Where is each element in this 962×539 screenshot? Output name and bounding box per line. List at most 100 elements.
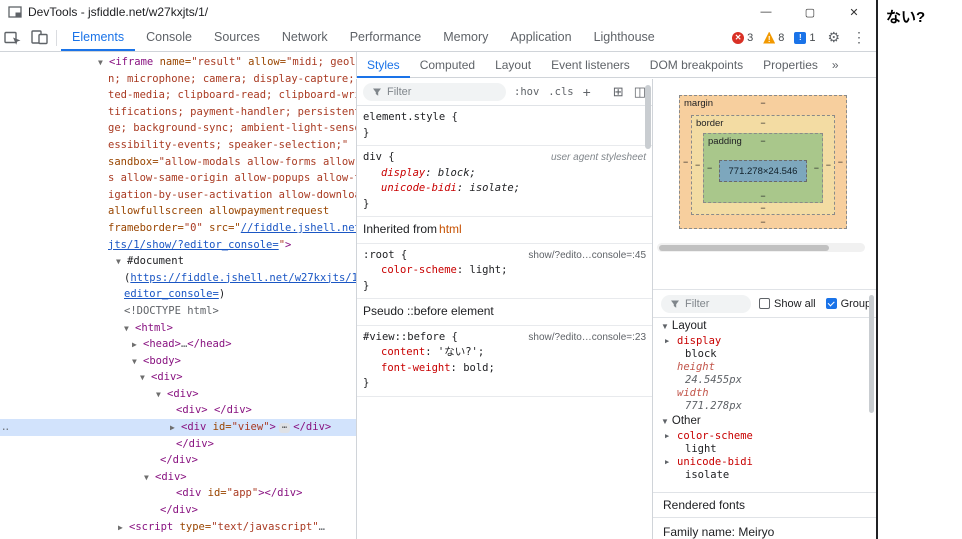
tree-node[interactable]: </div> [0, 436, 356, 453]
property-expand-arrow-icon[interactable]: ▶ [665, 456, 669, 469]
computed-property-name[interactable]: ▶ display [653, 335, 876, 348]
expand-arrow-icon[interactable]: ▼ [132, 354, 143, 370]
tree-node[interactable]: ▶ <head>…</head> [0, 336, 356, 353]
toggle--cls-button[interactable]: .cls [548, 86, 573, 98]
tree-node[interactable]: </div> [0, 452, 356, 469]
resource-link[interactable]: editor_console= [124, 288, 219, 300]
computed-scrollbar[interactable] [868, 293, 875, 537]
minimize-button[interactable]: — [744, 0, 788, 24]
device-toolbar-icon[interactable] [26, 25, 52, 51]
ellipsis-button[interactable]: ⋯ [278, 423, 291, 434]
tab-application[interactable]: Application [499, 24, 582, 51]
tab-console[interactable]: Console [135, 24, 203, 51]
expand-arrow-icon[interactable]: ▼ [116, 254, 127, 270]
expand-arrow-icon[interactable]: ▶ [170, 420, 181, 436]
box-model-padding[interactable]: padding 771.278×24.546 − − − − [703, 133, 823, 203]
scrollbar-thumb[interactable] [645, 85, 651, 149]
computed-property-name[interactable]: width [653, 387, 876, 400]
expand-arrow-icon[interactable]: ▼ [98, 55, 109, 71]
tree-node[interactable]: n; microphone; camera; display-capture; … [0, 71, 356, 88]
computed-property-name[interactable]: ▶ color-scheme [653, 430, 876, 443]
badge-warning[interactable]: ! 8 [763, 31, 784, 44]
tree-node[interactable]: igation-by-user-activation allow-downloa… [0, 187, 356, 204]
resource-link[interactable]: jts/1/show/?editor_console= [108, 239, 279, 251]
css-property[interactable]: content: 'ない?'; [363, 345, 648, 361]
tree-node[interactable]: ▼ <div> [0, 369, 356, 386]
tree-node[interactable]: ted-media; clipboard-read; clipboard-wri… [0, 87, 356, 104]
tree-node[interactable]: <div> </div> [0, 402, 356, 419]
boxmodel-horizontal-scrollbar[interactable] [657, 243, 865, 252]
inherited-node-link[interactable]: html [439, 222, 462, 236]
tree-node[interactable]: ▼ <body> [0, 353, 356, 370]
css-property[interactable]: font-weight: bold; [363, 361, 648, 377]
styles-filter-input[interactable]: Filter [363, 83, 506, 101]
computed-filter-input[interactable]: Filter [661, 294, 751, 313]
tree-node[interactable]: ge; background-sync; ambient-light-senso… [0, 120, 356, 137]
property-expand-arrow-icon[interactable]: ▶ [665, 430, 669, 443]
tree-node[interactable]: (https://fiddle.jshell.net/w27kxjts/1/sh… [0, 270, 356, 287]
tab-sources[interactable]: Sources [203, 24, 271, 51]
tab-network[interactable]: Network [271, 24, 339, 51]
tree-node[interactable]: tifications; payment-handler; persistent… [0, 104, 356, 121]
checkbox-box[interactable] [759, 298, 770, 309]
tree-node[interactable]: s allow-same-origin allow-popups allow-t… [0, 170, 356, 187]
scrollbar-thumb[interactable] [869, 295, 874, 413]
inspect-element-icon[interactable] [0, 25, 26, 51]
expand-arrow-icon[interactable]: ▼ [124, 321, 135, 337]
box-model-margin[interactable]: margin border padding 771.278×24.546 − − −… [679, 95, 847, 229]
property-expand-arrow-icon[interactable]: ▶ [665, 335, 669, 348]
tree-node[interactable]: ▼ <div> [0, 469, 356, 486]
settings-gear-icon[interactable]: ⚙ [827, 29, 840, 46]
close-button[interactable]: ✕ [832, 0, 876, 24]
stylesheet-source-link[interactable]: show/?edito…console=:45 [528, 248, 648, 264]
expand-arrow-icon[interactable]: ▶ [118, 520, 129, 536]
badge-error[interactable]: ✕ 3 [732, 31, 753, 44]
tab-memory[interactable]: Memory [432, 24, 499, 51]
tab-lighthouse[interactable]: Lighthouse [583, 24, 666, 51]
expand-arrow-icon[interactable]: ▼ [144, 470, 155, 486]
tree-node[interactable]: ▼ <iframe name="result" allow="midi; geol… [0, 54, 356, 71]
box-model-diagram[interactable]: margin border padding 771.278×24.546 − − −… [679, 95, 849, 231]
sidebar-tab-layout[interactable]: Layout [485, 52, 541, 78]
tree-node[interactable]: frameborder="0" src="//fiddle.jshell.net… [0, 220, 356, 237]
scrollbar-thumb[interactable] [659, 244, 829, 251]
sidebar-tab-properties[interactable]: Properties [753, 52, 828, 78]
grid-icon[interactable]: ⊞ [613, 84, 624, 100]
css-selector[interactable]: element.style [363, 111, 445, 123]
tree-node[interactable]: allowfullscreen allowpaymentrequest [0, 203, 356, 220]
tree-node[interactable]: editor_console=) [0, 286, 356, 303]
stylesheet-source-link[interactable]: show/?edito…console=:23 [528, 330, 648, 346]
styles-scrollbar[interactable] [644, 83, 652, 535]
resource-link[interactable]: //fiddle.jshell.net/w27kx [241, 222, 356, 234]
badge-issue[interactable]: ! 1 [794, 31, 815, 44]
expand-arrow-icon[interactable]: ▼ [140, 370, 151, 386]
checkbox-show-all[interactable]: Show all [759, 298, 816, 310]
toggle--hov-button[interactable]: :hov [514, 86, 539, 98]
tree-node[interactable]: jts/1/show/?editor_console="> [0, 237, 356, 254]
computed-property-name[interactable]: ▶ unicode-bidi [653, 456, 876, 469]
tree-node[interactable]: sandbox="allow-modals allow-forms allow-… [0, 154, 356, 171]
sidebar-tab-computed[interactable]: Computed [410, 52, 485, 78]
css-selector[interactable]: :root [363, 249, 395, 261]
kebab-menu-icon[interactable]: ⋮ [852, 29, 866, 46]
maximize-button[interactable]: ▢ [788, 0, 832, 24]
css-selector[interactable]: div [363, 151, 382, 163]
new-style-rule-button[interactable]: + [583, 84, 591, 100]
tree-node[interactable]: essibility-events; speaker-selection;" [0, 137, 356, 154]
tree-node[interactable]: ▼ <div> [0, 386, 356, 403]
computed-property-name[interactable]: height [653, 361, 876, 374]
tree-node[interactable]: </div> [0, 502, 356, 519]
computed-group-other[interactable]: ▼ Other [653, 413, 876, 430]
checkbox-box[interactable] [825, 298, 837, 309]
css-property[interactable]: unicode-bidi: isolate; [363, 181, 648, 197]
sidebar-tab-dom-breakpoints[interactable]: DOM breakpoints [640, 52, 753, 78]
tree-node[interactable]: <!DOCTYPE html> [0, 303, 356, 320]
sidebar-tab-event-listeners[interactable]: Event listeners [541, 52, 640, 78]
sidebar-tab-styles[interactable]: Styles [357, 52, 410, 78]
checkbox-group[interactable]: Group [825, 298, 871, 310]
tab-elements[interactable]: Elements [61, 24, 135, 51]
tab-overflow-chevron[interactable]: » [832, 58, 839, 72]
expand-arrow-icon[interactable]: ▶ [132, 337, 143, 353]
css-property[interactable]: color-scheme: light; [363, 263, 648, 279]
resource-link[interactable]: https://fiddle.jshell.net/w27kxjts/1/sho… [130, 272, 356, 284]
